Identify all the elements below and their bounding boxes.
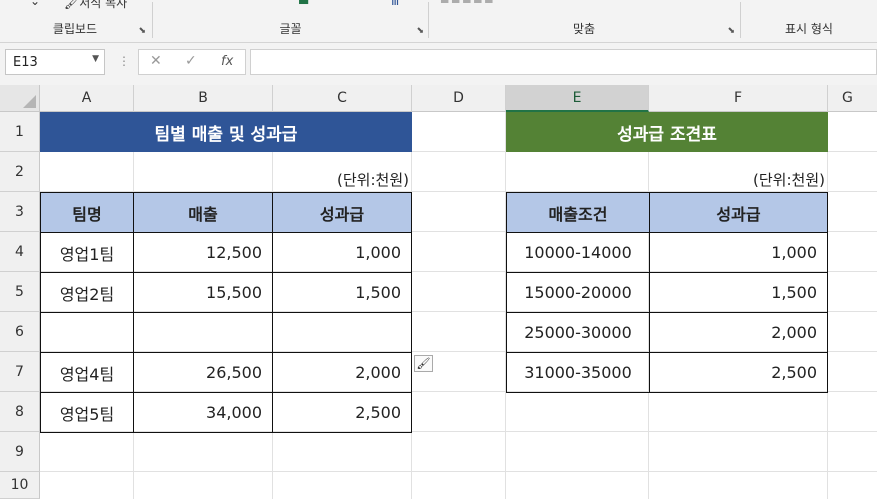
table-cell[interactable]: 2,500 (272, 392, 412, 433)
col-header-c[interactable]: C (273, 85, 412, 112)
font-color-icon[interactable]: Ⅲ (391, 0, 399, 8)
table-cell[interactable]: 31000-35000 (506, 352, 650, 393)
table-cell[interactable]: 2,000 (272, 352, 412, 393)
table-cell[interactable]: 1,000 (272, 232, 412, 273)
row-header-1[interactable]: 1 (0, 112, 40, 152)
team-header-name[interactable]: 팀명 (40, 192, 134, 233)
formula-bar: E13 ▼ ⋮ ✕ ✓ fx (0, 43, 877, 85)
confirm-icon[interactable]: ✓ (185, 53, 197, 69)
format-painter-button[interactable]: 🖌서식 복사 (64, 0, 127, 11)
row-header-9[interactable]: 9 (0, 432, 40, 472)
row-header-8[interactable]: 8 (0, 392, 40, 432)
bonus-header-bonus[interactable]: 성과급 (649, 192, 828, 233)
align-icons[interactable]: ═ ═ ═ ═ ═ (441, 0, 492, 8)
table-cell[interactable]: 26,500 (133, 352, 273, 393)
name-box-value: E13 (13, 55, 38, 70)
table-cell[interactable]: 15,500 (133, 272, 273, 313)
col-header-b[interactable]: B (134, 85, 273, 112)
row-header-3[interactable]: 3 (0, 192, 40, 232)
table-cell[interactable]: 영업4팀 (40, 352, 134, 393)
dialog-launcher-icon[interactable]: ⬊ (138, 26, 146, 36)
ribbon-group-label: 맞춤 (572, 22, 596, 36)
dialog-launcher-icon[interactable]: ⬊ (416, 26, 424, 36)
table-cell[interactable]: 34,000 (133, 392, 273, 433)
format-painter-label: 서식 복사 (79, 0, 128, 10)
col-header-f[interactable]: F (649, 85, 828, 112)
table-cell[interactable]: 1,500 (649, 272, 828, 313)
insert-function-icon[interactable]: fx (221, 54, 233, 69)
team-header-sales[interactable]: 매출 (133, 192, 273, 233)
row-header-2[interactable]: 2 (0, 152, 40, 192)
name-box[interactable]: E13 ▼ (5, 49, 105, 75)
team-table-unit[interactable]: (단위:천원) (273, 152, 412, 192)
dialog-launcher-icon[interactable]: ⬊ (727, 26, 735, 36)
table-cell[interactable] (133, 312, 273, 353)
table-cell[interactable]: 12,500 (133, 232, 273, 273)
bonus-header-condition[interactable]: 매출조건 (506, 192, 650, 233)
table-cell[interactable]: 2,000 (649, 312, 828, 353)
paste-options-icon[interactable]: 🖌 (414, 355, 433, 372)
table-cell[interactable]: 10000-14000 (506, 232, 650, 273)
table-cell[interactable] (272, 312, 412, 353)
ribbon-group-label: 클립보드 (52, 22, 98, 36)
table-cell[interactable]: 영업5팀 (40, 392, 134, 433)
table-cell[interactable]: 15000-20000 (506, 272, 650, 313)
ribbon-group-number: 표시 형식 (741, 0, 877, 42)
table-cell[interactable]: 2,500 (649, 352, 828, 393)
row-header-10[interactable]: 10 (0, 472, 40, 499)
bonus-table-title[interactable]: 성과급 조견표 (506, 112, 828, 152)
more-icon[interactable]: ⋮ (118, 54, 130, 68)
formula-input[interactable] (250, 49, 877, 75)
chevron-down-icon[interactable]: ▼ (92, 54, 99, 64)
ribbon-group-label: 글꼴 (279, 22, 302, 36)
table-cell[interactable]: 1,000 (649, 232, 828, 273)
col-header-g[interactable]: G (828, 85, 877, 112)
ribbon-group-clipboard: ⌄ 🖌서식 복사 클립보드 ⬊ (0, 0, 150, 42)
col-header-d[interactable]: D (412, 85, 506, 112)
select-all-button[interactable] (0, 85, 40, 112)
row-header-5[interactable]: 5 (0, 272, 40, 312)
bonus-table-unit[interactable]: (단위:천원) (649, 152, 828, 192)
table-cell[interactable]: 영업1팀 (40, 232, 134, 273)
ribbon-group-font: ▬ Ⅲ 글꼴 ⬊ (153, 0, 428, 42)
fill-color-icon[interactable]: ▬ (298, 0, 309, 8)
col-header-e[interactable]: E (506, 85, 649, 112)
ribbon: ⌄ 🖌서식 복사 클립보드 ⬊ ▬ Ⅲ 글꼴 ⬊ ═ ═ ═ ═ ═ 맞춤 ⬊ … (0, 0, 877, 43)
team-table-title[interactable]: 팀별 매출 및 성과급 (40, 112, 412, 152)
table-cell[interactable]: 영업2팀 (40, 272, 134, 313)
cancel-icon[interactable]: ✕ (150, 53, 162, 69)
row-header-6[interactable]: 6 (0, 312, 40, 352)
ribbon-group-label: 표시 형식 (785, 22, 833, 36)
row-header-7[interactable]: 7 (0, 352, 40, 392)
ribbon-group-alignment: ═ ═ ═ ═ ═ 맞춤 ⬊ (429, 0, 739, 42)
formula-buttons: ✕ ✓ fx (138, 49, 246, 75)
table-cell[interactable]: 25000-30000 (506, 312, 650, 353)
table-cell[interactable] (40, 312, 134, 353)
chevron-down-icon[interactable]: ⌄ (30, 0, 40, 8)
table-cell[interactable]: 1,500 (272, 272, 412, 313)
row-header-4[interactable]: 4 (0, 232, 40, 272)
team-header-bonus[interactable]: 성과급 (272, 192, 412, 233)
gridline (40, 471, 877, 472)
col-header-a[interactable]: A (40, 85, 134, 112)
